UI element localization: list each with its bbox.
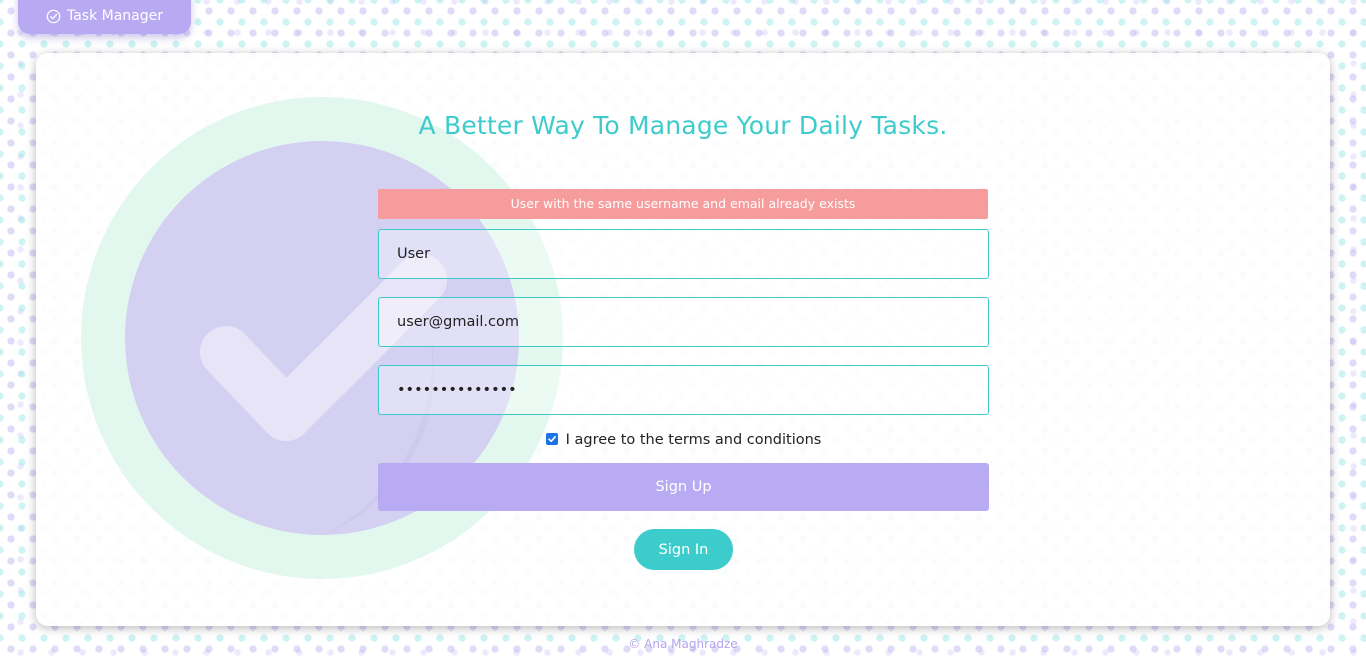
brand-link[interactable]: Task Manager [18, 0, 191, 34]
terms-checkbox[interactable] [545, 433, 558, 445]
checkmark-icon [547, 436, 556, 443]
email-field[interactable] [378, 297, 989, 347]
username-field[interactable] [378, 229, 989, 279]
password-field[interactable] [378, 365, 989, 415]
page-title: A Better Way To Manage Your Daily Tasks. [418, 111, 948, 140]
signup-form: User with the same username and email al… [378, 189, 989, 570]
check-circle-icon [46, 9, 61, 24]
terms-label: I agree to the terms and conditions [565, 432, 822, 448]
sign-up-button[interactable]: Sign Up [378, 463, 989, 511]
terms-row: I agree to the terms and conditions [378, 432, 989, 448]
sign-in-button[interactable]: Sign In [634, 529, 733, 570]
footer-copyright: © Ana Maghradze [628, 637, 738, 651]
signup-card: A Better Way To Manage Your Daily Tasks.… [36, 53, 1330, 626]
brand-label: Task Manager [66, 8, 164, 24]
error-alert: User with the same username and email al… [378, 189, 988, 219]
